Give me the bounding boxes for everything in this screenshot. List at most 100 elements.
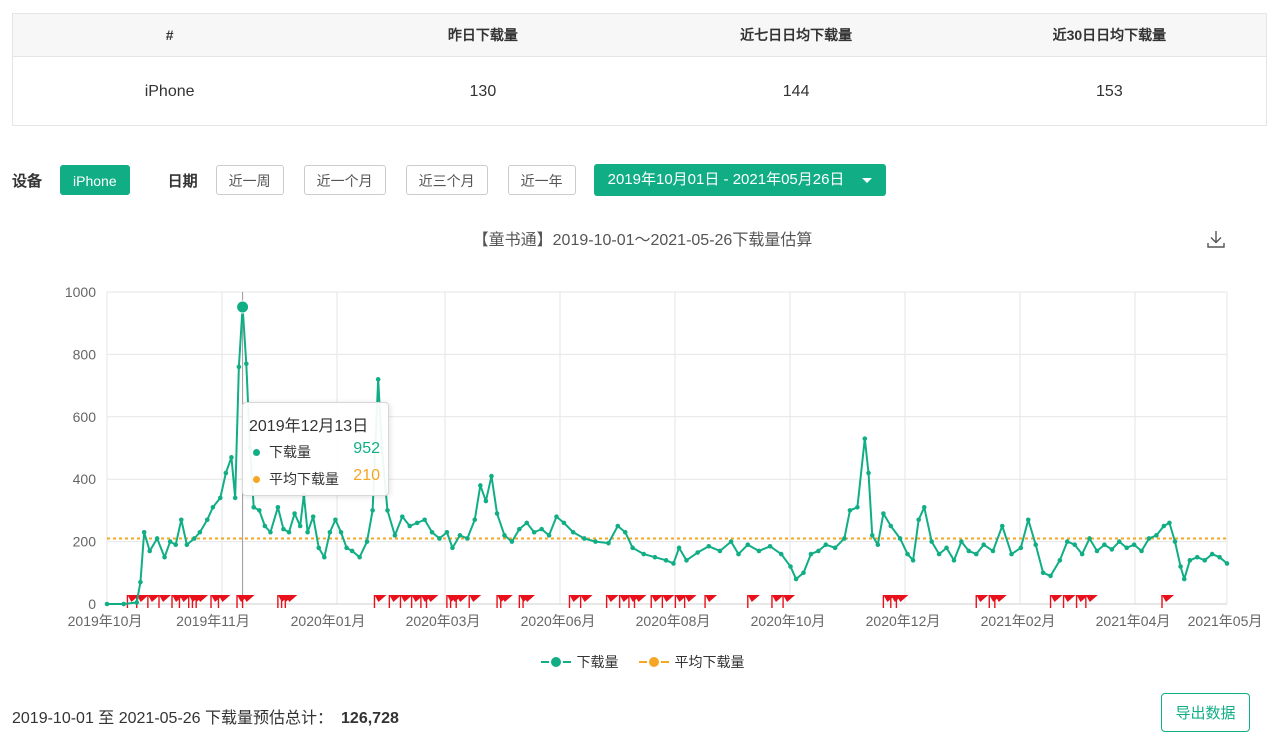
range-month-button[interactable]: 近一个月 <box>303 165 386 195</box>
series-point-downloads <box>173 542 179 548</box>
series-point-downloads <box>1172 539 1178 544</box>
range-year-button[interactable]: 近一年 <box>507 165 576 195</box>
summary-device-cell: iPhone <box>144 83 195 100</box>
series-point-downloads <box>223 470 229 476</box>
series-point-downloads <box>292 511 297 516</box>
series-point-downloads <box>517 526 522 532</box>
y-tick-label: 1000 <box>65 284 96 300</box>
download-icon[interactable] <box>1205 228 1227 250</box>
legend-item-average[interactable]: 平均下载量 <box>638 652 745 672</box>
series-point-downloads <box>936 551 942 557</box>
series-point-downloads <box>684 558 689 563</box>
event-flag <box>1063 595 1076 602</box>
event-flag <box>218 595 231 602</box>
series-point-downloads <box>1116 539 1122 544</box>
x-tick-label: 2020年08月 <box>636 613 711 629</box>
series-point-downloads <box>1167 520 1172 526</box>
series-point-downloads <box>1057 558 1063 563</box>
series-point-downloads <box>229 455 234 460</box>
series-point-downloads <box>1009 551 1014 557</box>
event-flag <box>580 595 593 602</box>
series-point-downloads <box>855 504 860 510</box>
series-point-downloads <box>1146 536 1152 541</box>
event-flag <box>976 595 989 602</box>
series-point-downloads <box>1048 573 1053 579</box>
series-point-downloads <box>910 558 916 563</box>
tooltip-label-average: 平均下载量 <box>269 471 339 487</box>
series-point-downloads <box>268 529 273 535</box>
x-tick-label: 2020年12月 <box>866 613 941 629</box>
series-point-downloads <box>736 551 741 557</box>
series-point-downloads <box>297 523 303 529</box>
series-point-downloads <box>210 504 216 510</box>
series-point-downloads <box>951 558 957 563</box>
series-point-downloads <box>218 495 223 501</box>
series-point-downloads <box>327 529 333 535</box>
chart-tooltip: 2019年12月13日 下载量 952 平均下载量 210 <box>242 402 389 496</box>
series-point-downloads <box>483 498 489 504</box>
series-point-downloads <box>869 533 875 538</box>
series-point-downloads <box>959 539 964 544</box>
series-point-downloads <box>676 545 682 551</box>
legend-label-downloads: 下载量 <box>576 654 619 670</box>
export-data-button[interactable]: 导出数据 <box>1161 693 1250 732</box>
series-point-downloads <box>349 548 355 554</box>
event-flag <box>747 595 760 602</box>
series-point-downloads <box>450 545 455 551</box>
series-point-downloads <box>1194 554 1200 560</box>
series-point-downloads <box>414 520 420 526</box>
series-point-downloads <box>999 523 1005 529</box>
series-point-downloads <box>310 514 316 519</box>
series-point-downloads <box>344 545 349 551</box>
series-point-downloads <box>1072 542 1077 548</box>
series-point-downloads <box>1161 523 1167 529</box>
series-point-downloads <box>862 436 868 441</box>
event-flag <box>400 595 413 602</box>
event-flag <box>159 595 172 602</box>
series-point-downloads <box>981 542 986 548</box>
y-tick-label: 400 <box>73 471 97 487</box>
device-iphone-button[interactable]: iPhone <box>60 165 130 195</box>
table-row: iPhone 130 144 153 <box>13 57 1266 127</box>
x-tick-label: 2020年06月 <box>521 613 596 629</box>
download-line-chart: 0 200 400 600 800 1000 2019年10月 2019年11月 2020年01… <box>65 284 1263 629</box>
series-point-downloads <box>333 517 338 523</box>
series-point-downloads <box>554 514 559 519</box>
series-point-downloads <box>808 551 814 557</box>
series-point-downloads <box>1154 533 1159 538</box>
series-point-downloads <box>1102 542 1107 548</box>
series-point-downloads <box>966 548 972 554</box>
series-point-downloads <box>178 517 184 523</box>
date-range-picker[interactable]: 2019年10月01日 - 2021年05月26日 <box>593 164 887 196</box>
range-week-button[interactable]: 近一周 <box>215 165 284 195</box>
legend-item-downloads[interactable]: 下载量 <box>540 652 619 672</box>
series-point-downloads <box>990 548 996 554</box>
event-flag <box>569 595 582 602</box>
summary-table: # 昨日下载量 近七日日均下载量 近30日日均下载量 iPhone 130 14… <box>12 13 1267 126</box>
series-point-downloads <box>236 364 242 370</box>
summary-header-yesterday: 昨日下载量 <box>447 27 518 43</box>
series-point-downloads <box>593 539 598 544</box>
tooltip-value-average: 210 <box>353 467 380 484</box>
series-point-downloads <box>121 601 127 607</box>
series-point-downloads <box>606 540 611 546</box>
series-point-downloads <box>257 508 262 513</box>
series-point-downloads <box>141 529 147 535</box>
caret-down-icon <box>862 177 873 183</box>
series-point-downloads <box>262 523 268 529</box>
x-tick-label: 2020年03月 <box>406 613 481 629</box>
series-point-downloads <box>232 495 238 501</box>
series-point-downloads <box>847 508 853 513</box>
event-flag <box>662 595 675 602</box>
range-quarter-button[interactable]: 近三个月 <box>405 165 488 195</box>
series-point-downloads <box>167 539 173 544</box>
series-point-downloads <box>801 570 806 576</box>
series-point-downloads <box>147 548 153 554</box>
highlight-point <box>236 300 250 314</box>
series-point-downloads <box>875 542 881 548</box>
series-point-downloads <box>1217 554 1222 560</box>
series-point-downloads <box>197 529 203 535</box>
series-point-downloads <box>1094 548 1100 554</box>
series-point-downloads <box>905 551 910 557</box>
series-point-downloads <box>788 564 793 569</box>
